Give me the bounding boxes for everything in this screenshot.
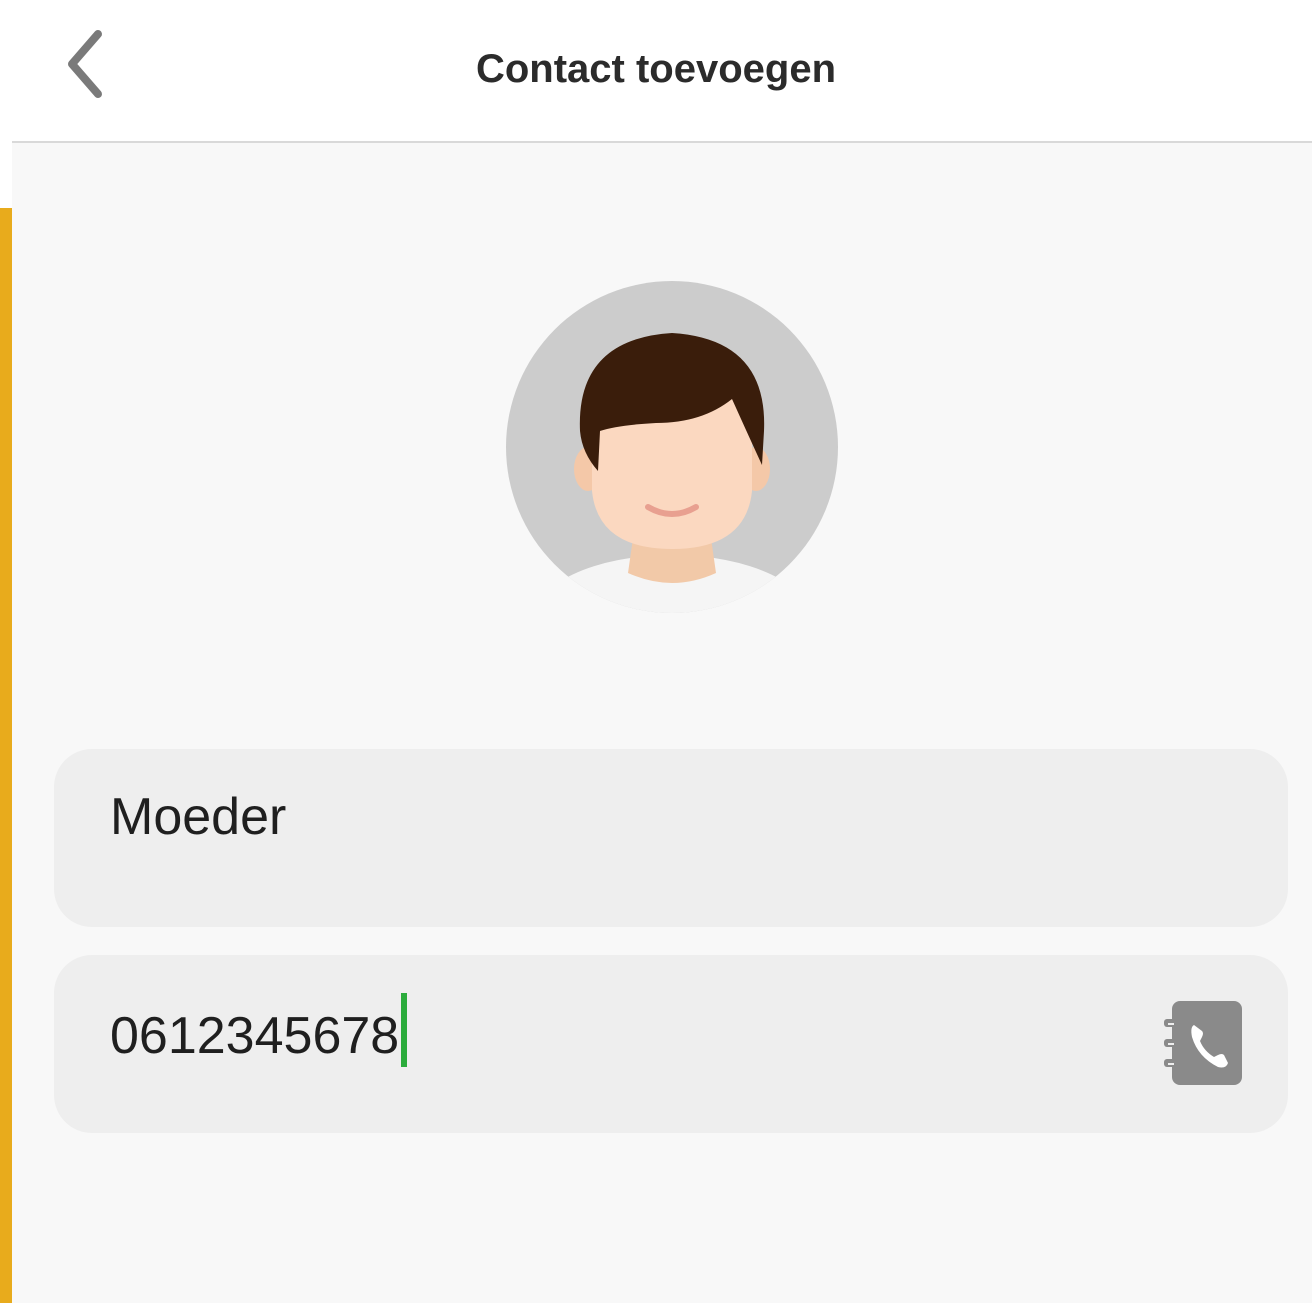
- phone-field-value: 0612345678: [110, 1007, 400, 1065]
- phonebook-button[interactable]: [1164, 999, 1246, 1089]
- app-header: Contact toevoegen: [0, 0, 1312, 143]
- phone-field[interactable]: 0612345678: [54, 955, 1288, 1133]
- name-field-value: Moeder: [110, 788, 287, 846]
- phonebook-icon: [1164, 1001, 1242, 1085]
- text-caret: [401, 993, 408, 1067]
- chevron-left-icon: [68, 30, 102, 98]
- accent-strip: [0, 208, 12, 1306]
- name-field[interactable]: Moeder: [54, 749, 1288, 927]
- person-avatar-icon[interactable]: [506, 281, 838, 613]
- phone-field-value-wrap: 0612345678: [110, 993, 408, 1067]
- contact-form-content: Moeder 0612345678: [12, 143, 1312, 1303]
- page-title: Contact toevoegen: [475, 47, 837, 91]
- back-button[interactable]: [52, 24, 124, 112]
